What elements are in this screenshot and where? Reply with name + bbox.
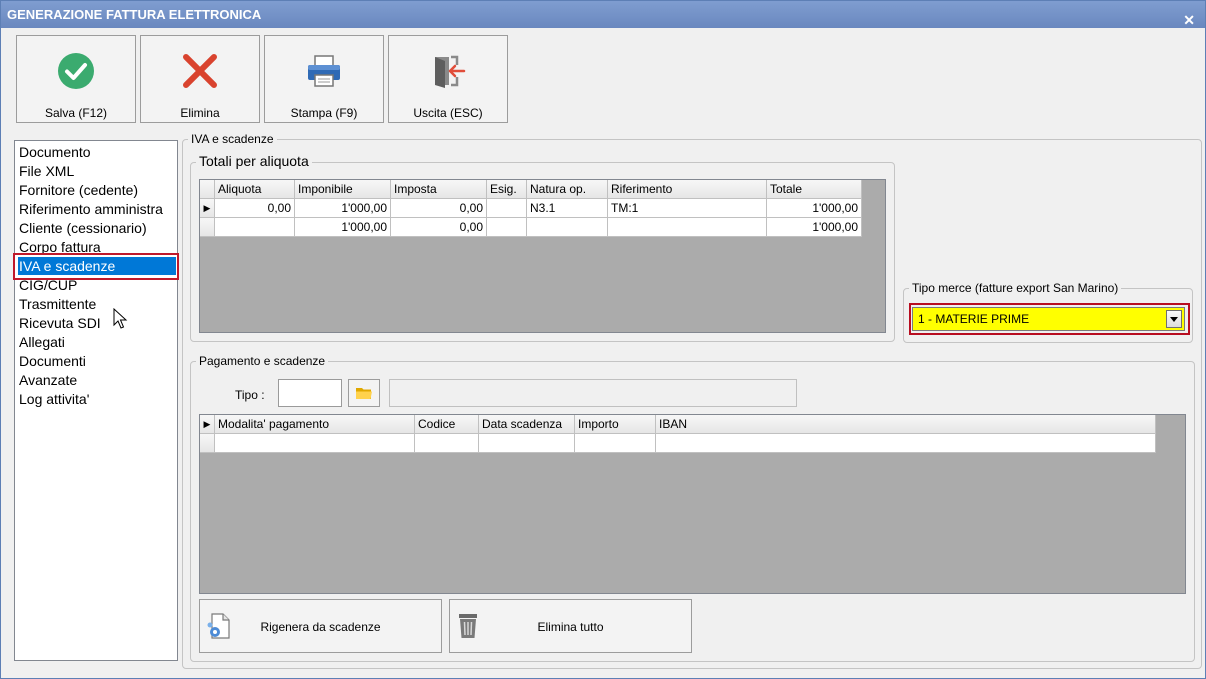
x-mark-icon bbox=[141, 52, 259, 90]
nav-item-riferimento-amministrativo[interactable]: Riferimento amministra bbox=[18, 200, 163, 218]
nav-item-allegati[interactable]: Allegati bbox=[18, 333, 65, 351]
exit-door-icon bbox=[389, 52, 507, 90]
row-header bbox=[200, 434, 215, 453]
nav-item-corpo-fattura[interactable]: Corpo fattura bbox=[18, 238, 101, 256]
tipo-input[interactable] bbox=[278, 379, 342, 407]
col-iban[interactable]: IBAN bbox=[656, 415, 1156, 434]
row-header bbox=[200, 218, 215, 237]
close-icon[interactable]: ✕ bbox=[1183, 6, 1195, 34]
tipo-description-field bbox=[389, 379, 797, 407]
pagamento-scadenze-label: Pagamento e scadenze bbox=[196, 354, 329, 368]
delete-label: Elimina bbox=[180, 106, 220, 120]
nav-item-log-attivita[interactable]: Log attivita' bbox=[18, 390, 89, 408]
col-imposta[interactable]: Imposta bbox=[391, 180, 487, 199]
delete-button[interactable]: Elimina bbox=[140, 35, 260, 123]
tipo-lookup-button[interactable] bbox=[348, 379, 380, 407]
cell-data-scadenza[interactable] bbox=[479, 434, 575, 453]
tipo-merce-value: 1 - MATERIE PRIME bbox=[918, 312, 1030, 326]
col-riferimento[interactable]: Riferimento bbox=[608, 180, 767, 199]
save-button[interactable]: Salva (F12) bbox=[16, 35, 136, 123]
rigenera-label: Rigenera da scadenze bbox=[260, 620, 381, 634]
check-circle-icon bbox=[17, 52, 135, 90]
elimina-tutto-label: Elimina tutto bbox=[537, 620, 604, 634]
invoice-window: GENERAZIONE FATTURA ELETTRONICA ✕ Salva … bbox=[0, 0, 1206, 679]
elimina-tutto-button[interactable]: Elimina tutto bbox=[449, 599, 692, 653]
cell-imponibile[interactable]: 1'000,00 bbox=[295, 218, 391, 237]
cell-modalita-pagamento[interactable] bbox=[215, 434, 415, 453]
col-importo[interactable]: Importo bbox=[575, 415, 656, 434]
nav-item-documenti[interactable]: Documenti bbox=[18, 352, 86, 370]
cell-riferimento[interactable] bbox=[608, 218, 767, 237]
print-label: Stampa (F9) bbox=[290, 106, 358, 120]
rigenera-scadenze-button[interactable]: Rigenera da scadenze bbox=[199, 599, 442, 653]
title-bar: GENERAZIONE FATTURA ELETTRONICA ✕ bbox=[1, 1, 1205, 28]
exit-button[interactable]: Uscita (ESC) bbox=[388, 35, 508, 123]
col-modalita-pagamento[interactable]: Modalita' pagamento bbox=[215, 415, 415, 434]
col-totale[interactable]: Totale bbox=[767, 180, 862, 199]
folder-icon bbox=[356, 388, 372, 399]
col-data-scadenza[interactable]: Data scadenza bbox=[479, 415, 575, 434]
dropdown-arrow-icon[interactable] bbox=[1166, 310, 1182, 328]
cell-esig[interactable] bbox=[487, 218, 527, 237]
tipo-merce-select[interactable]: 1 - MATERIE PRIME bbox=[912, 307, 1185, 331]
nav-item-file-xml[interactable]: File XML bbox=[18, 162, 74, 180]
col-imponibile[interactable]: Imponibile bbox=[295, 180, 391, 199]
cell-importo[interactable] bbox=[575, 434, 656, 453]
nav-item-cliente[interactable]: Cliente (cessionario) bbox=[18, 219, 147, 237]
nav-item-ricevuta-sdi[interactable]: Ricevuta SDI bbox=[18, 314, 101, 332]
cell-iban[interactable] bbox=[656, 434, 1156, 453]
nav-item-cig-cup[interactable]: CIG/CUP bbox=[18, 276, 77, 294]
cell-aliquota[interactable] bbox=[215, 218, 295, 237]
row-header-corner bbox=[200, 180, 215, 199]
cell-imponibile[interactable]: 1'000,00 bbox=[295, 199, 391, 218]
totali-aliquota-label: Totali per aliquota bbox=[196, 153, 312, 169]
cell-natura-op[interactable] bbox=[527, 218, 608, 237]
cell-esig[interactable] bbox=[487, 199, 527, 218]
iva-scadenze-group-label: IVA e scadenze bbox=[188, 132, 277, 146]
col-codice[interactable]: Codice bbox=[415, 415, 479, 434]
cell-imposta[interactable]: 0,00 bbox=[391, 199, 487, 218]
mouse-cursor-icon bbox=[113, 308, 128, 329]
nav-item-documento[interactable]: Documento bbox=[18, 143, 91, 161]
save-label: Salva (F12) bbox=[44, 106, 108, 120]
nav-item-iva-scadenze[interactable]: IVA e scadenze bbox=[18, 257, 176, 275]
cell-aliquota[interactable]: 0,00 bbox=[215, 199, 295, 218]
current-row-arrow-icon: ▶ bbox=[200, 415, 215, 434]
col-natura-op[interactable]: Natura op. bbox=[527, 180, 608, 199]
nav-item-fornitore[interactable]: Fornitore (cedente) bbox=[18, 181, 138, 199]
current-row-arrow-icon: ▶ bbox=[200, 199, 215, 218]
pagamento-grid[interactable]: ▶ Modalita' pagamento Codice Data scaden… bbox=[199, 414, 1186, 594]
col-aliquota[interactable]: Aliquota bbox=[215, 180, 295, 199]
cell-riferimento[interactable]: TM:1 bbox=[608, 199, 767, 218]
totali-grid[interactable]: Aliquota Imponibile Imposta Esig. Natura… bbox=[199, 179, 886, 333]
nav-item-trasmittente[interactable]: Trasmittente bbox=[18, 295, 96, 313]
cell-totale[interactable]: 1'000,00 bbox=[767, 199, 862, 218]
col-esig[interactable]: Esig. bbox=[487, 180, 527, 199]
printer-icon bbox=[265, 52, 383, 90]
section-list: Documento File XML Fornitore (cedente) R… bbox=[14, 140, 178, 661]
cell-totale[interactable]: 1'000,00 bbox=[767, 218, 862, 237]
window-title: GENERAZIONE FATTURA ELETTRONICA bbox=[7, 7, 262, 22]
cell-natura-op[interactable]: N3.1 bbox=[527, 199, 608, 218]
cell-codice[interactable] bbox=[415, 434, 479, 453]
nav-item-avanzate[interactable]: Avanzate bbox=[18, 371, 77, 389]
print-button[interactable]: Stampa (F9) bbox=[264, 35, 384, 123]
tipo-label: Tipo : bbox=[235, 388, 265, 402]
exit-label: Uscita (ESC) bbox=[413, 106, 483, 120]
cell-imposta[interactable]: 0,00 bbox=[391, 218, 487, 237]
tipo-merce-label: Tipo merce (fatture export San Marino) bbox=[909, 281, 1122, 295]
